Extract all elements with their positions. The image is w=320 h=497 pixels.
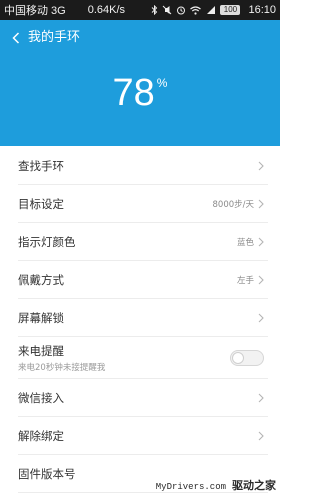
goal-value: 8000步/天 [212,200,255,210]
watermark-logo-text: 驱动之家 [232,479,276,492]
network-speed: 0.64K/s [87,4,126,16]
wear-mode-item[interactable]: 佩戴方式 左手 [0,261,280,299]
bluetooth-icon [151,5,158,15]
led-color-value: 蓝色 [236,238,254,248]
wechat-item[interactable]: 微信接入 [0,379,280,417]
call-alert-text: 来电提醒 来电20秒钟未接提醒我 [18,343,105,373]
silent-icon [162,5,172,15]
watermark-domain: MyDrivers.com [155,482,226,492]
wechat-label: 微信接入 [18,391,64,405]
status-icons: 100 16:10 [151,4,276,16]
unbind-label: 解除绑定 [18,429,64,443]
goal-label: 目标设定 [18,197,64,211]
wifi-icon [190,5,202,15]
battery-icon: 100 [220,5,241,15]
back-button[interactable] [12,30,26,46]
clock: 16:10 [248,4,276,16]
find-band-item[interactable]: 查找手环 [0,147,280,185]
chevron-right-icon [258,161,264,171]
goal-item[interactable]: 目标设定 8000步/天 [0,185,280,223]
battery-percentage: 78 [112,72,155,114]
header: 我的手环 78% [0,20,280,146]
led-color-label: 指示灯颜色 [18,235,76,249]
battery-display: 78% [0,72,280,115]
percent-sign: % [156,76,168,90]
call-alert-label: 来电提醒 [18,344,64,358]
chevron-left-icon [12,32,20,44]
unbind-item[interactable]: 解除绑定 [0,417,280,455]
chevron-right-icon [258,199,264,209]
call-alert-description: 来电20秒钟未接提醒我 [18,363,106,373]
wear-mode-value: 左手 [236,276,254,286]
find-band-label: 查找手环 [18,159,64,173]
screen-unlock-item[interactable]: 屏幕解锁 [0,299,280,337]
alarm-icon [176,5,186,15]
signal-icon [205,5,216,15]
page-title: 我的手环 [28,30,81,45]
led-color-item[interactable]: 指示灯颜色 蓝色 [0,223,280,261]
call-alert-item: 来电提醒 来电20秒钟未接提醒我 [0,337,280,379]
call-alert-toggle[interactable] [230,350,264,366]
wear-mode-label: 佩戴方式 [18,273,64,287]
watermark: MyDrivers.com 驱动之家 [156,477,276,493]
chevron-right-icon [258,393,264,403]
settings-list: 查找手环 目标设定 8000步/天 指示灯颜色 蓝色 佩戴方式 左手 屏幕解锁 … [0,146,280,493]
carrier-label: 中国移动 3G [4,5,66,17]
chevron-right-icon [258,237,264,247]
screen-unlock-label: 屏幕解锁 [18,311,64,325]
status-bar: 中国移动 3G 0.64K/s 100 16:10 [0,0,280,20]
chevron-right-icon [258,431,264,441]
firmware-label: 固件版本号 [18,467,76,481]
chevron-right-icon [258,275,264,285]
chevron-right-icon [258,313,264,323]
battery-level: 100 [223,5,238,14]
toggle-knob [232,352,244,364]
